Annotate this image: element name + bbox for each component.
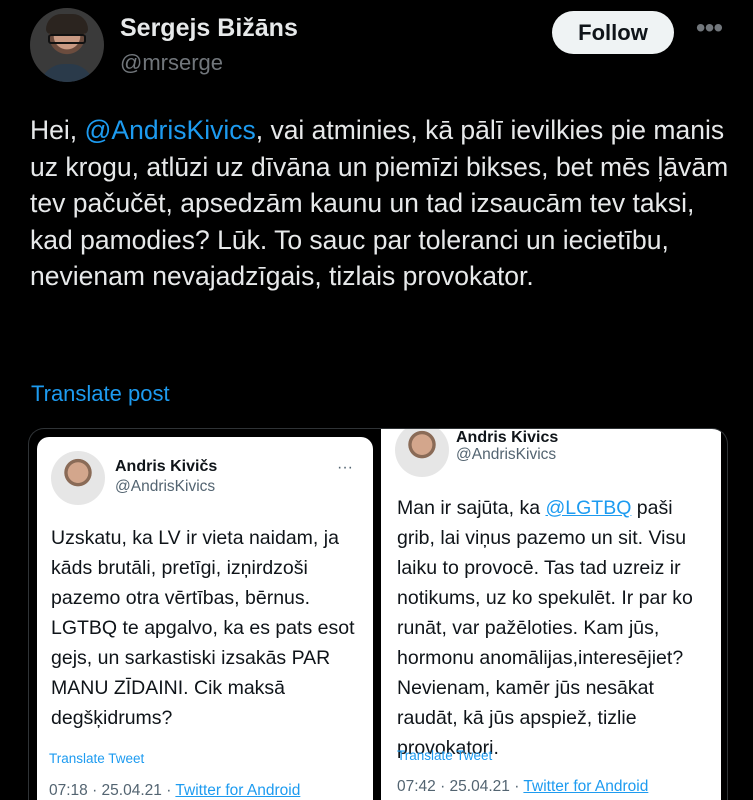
embedded-avatar — [51, 451, 105, 505]
embedded-text-part: paši grib, lai viņus pazemo un sit. Visu… — [397, 497, 693, 759]
embedded-avatar — [395, 429, 449, 477]
embedded-tweet-text: Man ir sajūta, ka @LGTBQ paši grib, lai … — [397, 493, 715, 763]
embedded-tweet-right: Andris Kivics @AndrisKivics Man ir sajūt… — [381, 429, 721, 800]
translate-post-link[interactable]: Translate post — [31, 381, 170, 407]
avatar-glasses — [48, 34, 86, 44]
embedded-mention: @LGTBQ — [545, 497, 632, 519]
embedded-name: Andris Kivičs — [115, 458, 218, 475]
post-media[interactable]: Andris Kivičs @AndrisKivics ··· Uzskatu,… — [28, 428, 728, 800]
author-name[interactable]: Sergejs Bižāns — [120, 14, 298, 43]
embedded-source: Twitter for Android — [175, 782, 301, 799]
embedded-handle: @AndrisKivics — [456, 446, 557, 463]
embedded-translate-link: Translate Tweet — [397, 748, 493, 763]
embedded-tweet-text: Uzskatu, ka LV ir vieta naidam, ja kāds … — [51, 527, 355, 729]
embedded-text-part: Man ir sajūta, ka — [397, 497, 546, 519]
embedded-handle: @AndrisKivics — [115, 478, 216, 495]
embedded-meta: 07:18 · 25.04.21 · Twitter for Android — [49, 782, 300, 800]
embedded-tweet-left: Andris Kivičs @AndrisKivics ··· Uzskatu,… — [37, 437, 373, 800]
mention-link[interactable]: @AndrisKivics — [85, 115, 256, 145]
avatar-shirt — [40, 64, 94, 82]
embedded-translate-link: Translate Tweet — [49, 751, 145, 766]
author-avatar[interactable] — [30, 8, 104, 82]
author-handle[interactable]: @mrserge — [120, 50, 223, 76]
follow-button[interactable]: Follow — [552, 11, 674, 54]
embedded-name: Andris Kivics — [456, 429, 559, 446]
embedded-more-icon: ··· — [337, 459, 353, 476]
embedded-time: 07:18 · 25.04.21 · — [49, 782, 176, 799]
embedded-time: 07:42 · 25.04.21 · — [397, 778, 524, 795]
post-text-part: Hei, — [30, 115, 85, 145]
embedded-meta: 07:42 · 25.04.21 · Twitter for Android — [397, 778, 648, 796]
embedded-source: Twitter for Android — [523, 778, 649, 795]
avatar-hair — [46, 14, 88, 34]
post-text: Hei, @AndrisKivics, vai atminies, kā pāl… — [30, 112, 730, 295]
more-options-icon[interactable]: ••• — [692, 14, 726, 46]
